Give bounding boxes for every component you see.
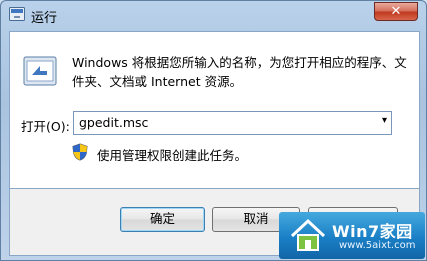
dialog-content: Windows 将根据您所输入的名称，为您打开相应的程序、文件夹、文档或 Int… bbox=[9, 31, 420, 189]
run-app-icon bbox=[9, 7, 25, 21]
command-input[interactable]: gpedit.msc bbox=[79, 115, 148, 130]
house-logo-icon bbox=[290, 218, 326, 251]
window-title: 运行 bbox=[31, 11, 58, 26]
watermark-logo: Win7家园 www.5aixt.com bbox=[279, 212, 425, 259]
admin-permission-note: 使用管理权限创建此任务。 bbox=[97, 148, 248, 163]
chevron-down-icon[interactable]: ▾ bbox=[382, 115, 387, 126]
run-description: Windows 将根据您所输入的名称，为您打开相应的程序、文件夹、文档或 Int… bbox=[72, 55, 407, 89]
open-label: 打开(O): bbox=[21, 119, 70, 134]
uac-shield-icon bbox=[72, 143, 88, 161]
close-button[interactable]: ✕ bbox=[374, 2, 418, 21]
ok-button[interactable]: 确定 bbox=[120, 207, 205, 232]
run-program-icon bbox=[23, 56, 57, 86]
title-bar[interactable]: 运行 ✕ bbox=[1, 1, 427, 29]
close-icon: ✕ bbox=[390, 4, 402, 19]
watermark-brand: Win7家园 bbox=[332, 222, 413, 241]
command-combobox[interactable]: gpedit.msc ▾ bbox=[73, 111, 392, 135]
watermark-url: www.5aixt.com bbox=[339, 240, 416, 251]
